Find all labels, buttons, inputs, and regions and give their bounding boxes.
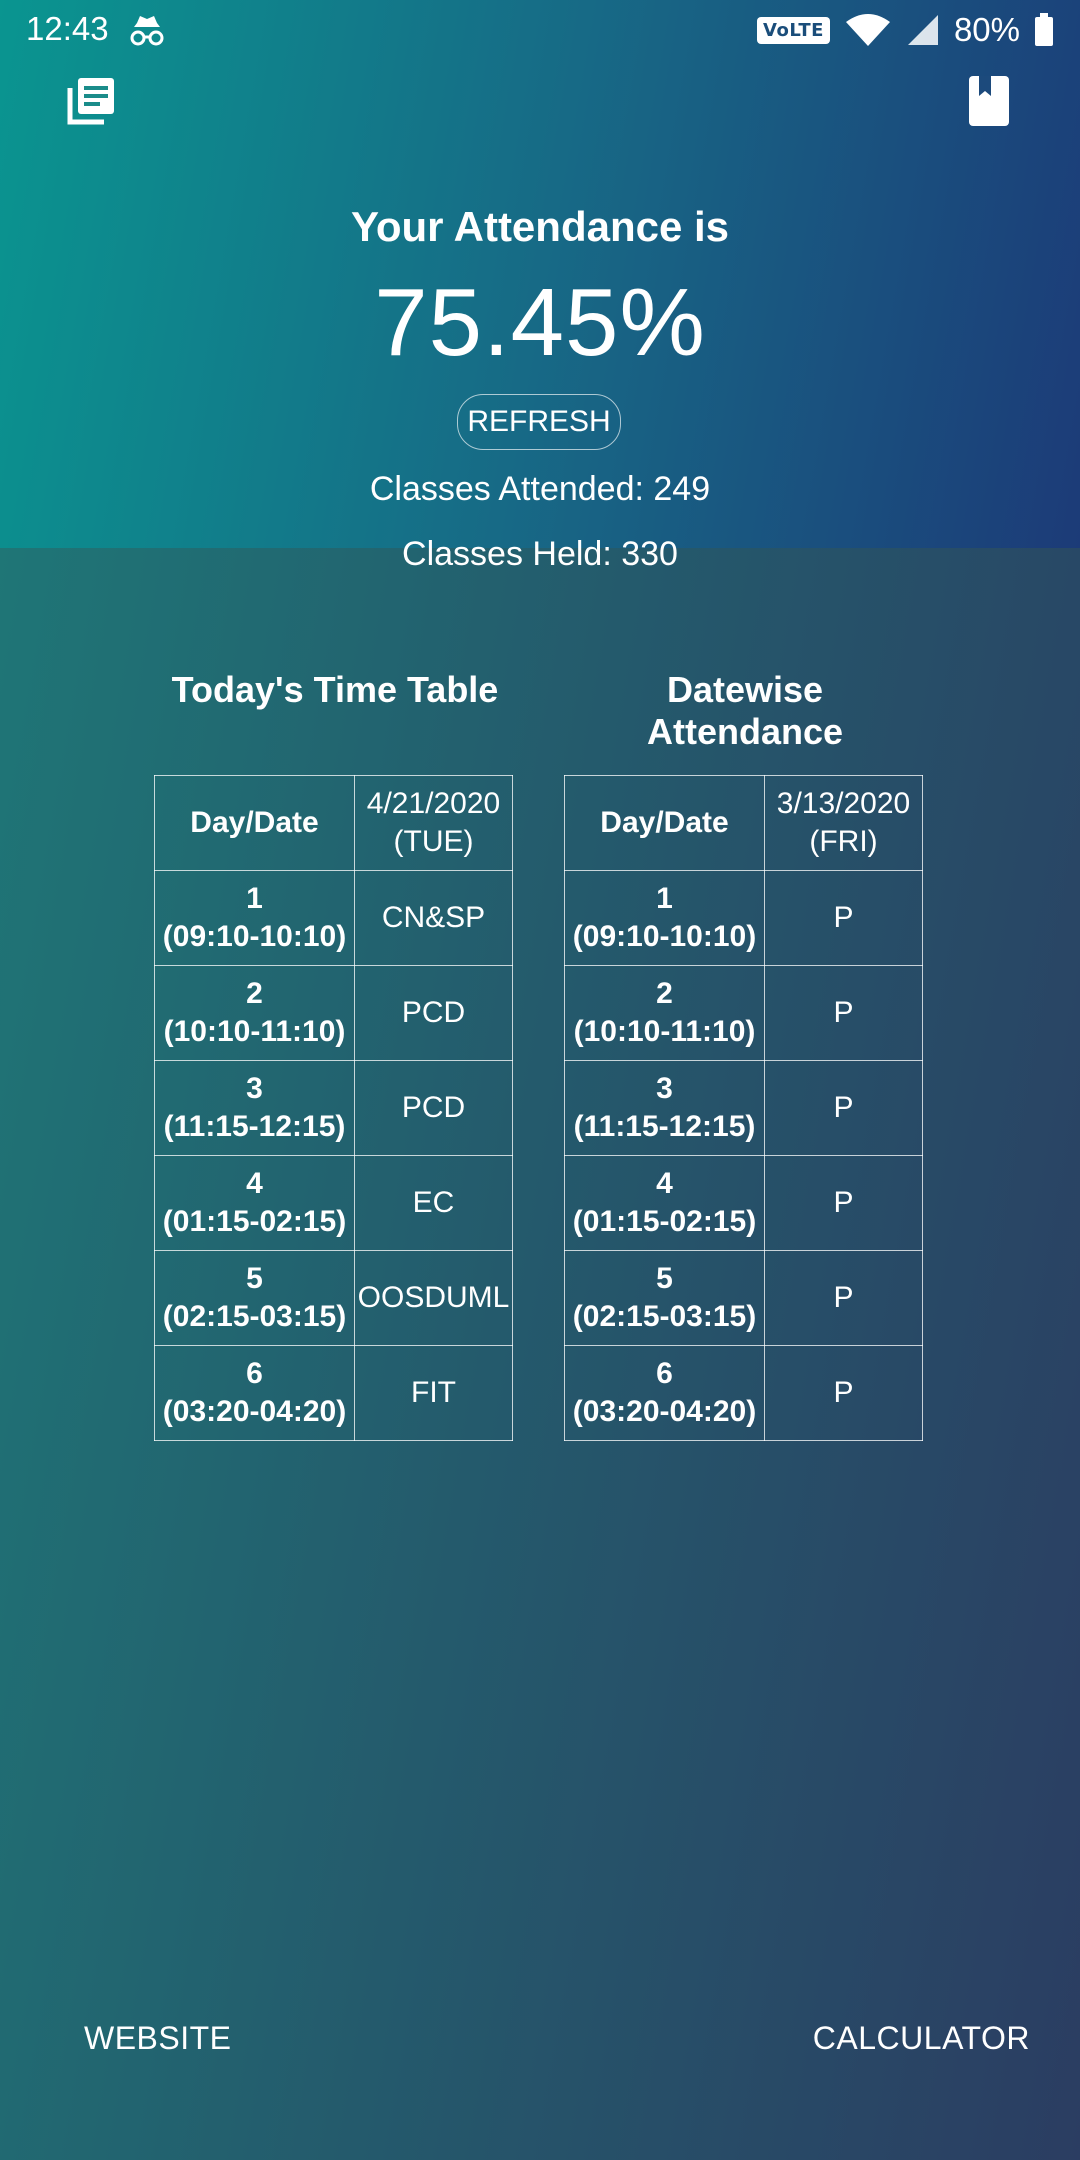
classes-attended: Classes Attended: 249	[369, 470, 711, 508]
incognito-icon	[130, 16, 164, 46]
list-icon[interactable]	[62, 74, 118, 130]
attendance-title: Your Attendance is	[350, 203, 730, 250]
status-bar: 12:43 VoLTE 80%	[0, 0, 1080, 60]
period-cell: 2 (10:10-11:10)	[564, 965, 765, 1061]
period-number: 1	[246, 882, 263, 915]
period-cell: 5 (02:15-03:15)	[564, 1250, 765, 1346]
period-time: (03:20-04:20)	[572, 1395, 757, 1428]
period-number: 3	[656, 1072, 673, 1105]
period-cell: 4 (01:15-02:15)	[154, 1155, 355, 1251]
period-cell: 3 (11:15-12:15)	[154, 1060, 355, 1156]
period-time: (11:15-12:15)	[573, 1110, 756, 1143]
table-header-row: Day/Date 4/21/2020 (TUE)	[154, 775, 513, 871]
period-number: 4	[656, 1167, 673, 1200]
header-date-value: 3/13/2020	[776, 787, 911, 820]
header-weekday: (FRI)	[809, 825, 878, 858]
datewise-heading: Datewise Attendance	[646, 669, 844, 752]
subject-cell: EC	[354, 1155, 513, 1251]
website-button[interactable]: WEBSITE	[84, 2020, 232, 2057]
timetable-heading: Today's Time Table	[171, 669, 499, 710]
period-number: 6	[246, 1357, 263, 1390]
table-row: 4 (01:15-02:15) EC	[154, 1155, 513, 1251]
period-cell: 4 (01:15-02:15)	[564, 1155, 765, 1251]
table-row: 3 (11:15-12:15) P	[564, 1060, 923, 1156]
table-row: 5 (02:15-03:15) OOSDUML	[154, 1250, 513, 1346]
period-number: 1	[656, 882, 673, 915]
period-time: (10:10-11:10)	[573, 1015, 756, 1048]
period-number: 6	[656, 1357, 673, 1390]
calculator-button[interactable]: CALCULATOR	[813, 2020, 1030, 2057]
period-number: 5	[656, 1262, 673, 1295]
subject-cell: PCD	[354, 1060, 513, 1156]
table-row: 6 (03:20-04:20) P	[564, 1345, 923, 1441]
datewise-table: Day/Date 3/13/2020 (FRI) 1 (09:10-10:10) …	[564, 775, 923, 1441]
table-row: 2 (10:10-11:10) P	[564, 965, 923, 1061]
table-row: 1 (09:10-10:10) P	[564, 870, 923, 966]
subject-cell: CN&SP	[354, 870, 513, 966]
table-row: 5 (02:15-03:15) P	[564, 1250, 923, 1346]
bookmark-icon[interactable]	[961, 74, 1017, 130]
table-header-row: Day/Date 3/13/2020 (FRI)	[564, 775, 923, 871]
attendance-status-cell: P	[764, 1345, 923, 1441]
period-cell: 1 (09:10-10:10)	[564, 870, 765, 966]
period-cell: 5 (02:15-03:15)	[154, 1250, 355, 1346]
header-weekday: (TUE)	[393, 825, 474, 858]
header-date: 3/13/2020 (FRI)	[764, 775, 923, 871]
attendance-status-cell: P	[764, 1060, 923, 1156]
table-row: 6 (03:20-04:20) FIT	[154, 1345, 513, 1441]
table-row: 1 (09:10-10:10) CN&SP	[154, 870, 513, 966]
period-cell: 6 (03:20-04:20)	[154, 1345, 355, 1441]
period-time: (10:10-11:10)	[163, 1015, 346, 1048]
period-time: (09:10-10:10)	[572, 920, 757, 953]
attendance-status-cell: P	[764, 1250, 923, 1346]
status-icons: VoLTE 80%	[757, 8, 1054, 52]
classes-held: Classes Held: 330	[402, 535, 678, 573]
period-time: (02:15-03:15)	[572, 1300, 757, 1333]
period-time: (02:15-03:15)	[162, 1300, 347, 1333]
table-row: 3 (11:15-12:15) PCD	[154, 1060, 513, 1156]
header-date-value: 4/21/2020	[366, 787, 501, 820]
period-time: (09:10-10:10)	[162, 920, 347, 953]
table-row: 2 (10:10-11:10) PCD	[154, 965, 513, 1061]
period-number: 4	[246, 1167, 263, 1200]
status-time: 12:43	[26, 10, 109, 47]
header-date: 4/21/2020 (TUE)	[354, 775, 513, 871]
wifi-icon	[845, 14, 890, 46]
period-number: 2	[246, 977, 263, 1010]
battery-percent: 80%	[953, 11, 1020, 48]
period-number: 2	[656, 977, 673, 1010]
period-time: (01:15-02:15)	[572, 1205, 757, 1238]
period-time: (03:20-04:20)	[162, 1395, 347, 1428]
battery-icon	[1035, 13, 1053, 46]
refresh-button[interactable]: REFRESH	[457, 394, 621, 450]
volte-icon: VoLTE	[757, 16, 830, 44]
attendance-status-cell: P	[764, 870, 923, 966]
subject-cell: PCD	[354, 965, 513, 1061]
period-cell: 6 (03:20-04:20)	[564, 1345, 765, 1441]
table-row: 4 (01:15-02:15) P	[564, 1155, 923, 1251]
period-cell: 2 (10:10-11:10)	[154, 965, 355, 1061]
header-day-date: Day/Date	[564, 775, 765, 871]
attendance-status-cell: P	[764, 1155, 923, 1251]
timetable-table: Day/Date 4/21/2020 (TUE) 1 (09:10-10:10) …	[154, 775, 513, 1441]
attendance-status-cell: P	[764, 965, 923, 1061]
period-number: 5	[246, 1262, 263, 1295]
attendance-percent: 75.45%	[374, 269, 706, 376]
subject-cell: FIT	[354, 1345, 513, 1441]
header-day-date: Day/Date	[154, 775, 355, 871]
period-time: (01:15-02:15)	[162, 1205, 347, 1238]
period-number: 3	[246, 1072, 263, 1105]
period-cell: 1 (09:10-10:10)	[154, 870, 355, 966]
subject-cell: OOSDUML	[354, 1250, 513, 1346]
period-cell: 3 (11:15-12:15)	[564, 1060, 765, 1156]
period-time: (11:15-12:15)	[163, 1110, 346, 1143]
signal-icon	[907, 15, 938, 45]
